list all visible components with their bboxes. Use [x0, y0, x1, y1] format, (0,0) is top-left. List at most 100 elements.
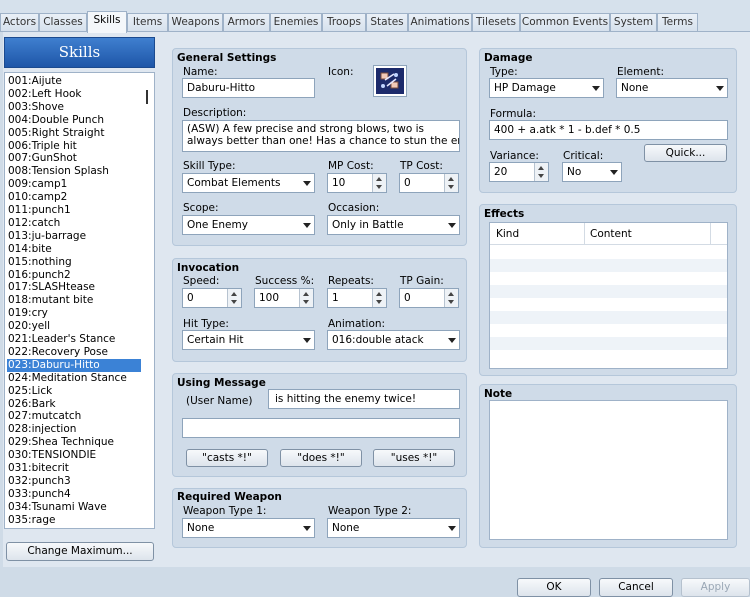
message-line-1-field[interactable]: is hitting the enemy twice! — [268, 389, 460, 409]
list-item[interactable]: 033:punch4 — [7, 488, 141, 501]
change-maximum-button[interactable]: Change Maximum... — [6, 542, 154, 561]
hit-type-select[interactable]: Certain Hit — [182, 330, 315, 350]
content-column-header[interactable]: Content — [590, 228, 632, 240]
list-item[interactable]: 031:bitecrit — [7, 462, 141, 475]
list-item[interactable]: 010:camp2 — [7, 191, 141, 204]
occasion-value: Only in Battle — [332, 219, 404, 231]
weapon-type-2-label: Weapon Type 2: — [328, 505, 412, 517]
list-item[interactable]: 008:Tension Splash — [7, 165, 141, 178]
list-item[interactable]: 007:GunShot — [7, 152, 141, 165]
list-item[interactable]: 020:yell — [7, 320, 141, 333]
table-row[interactable] — [490, 285, 727, 298]
table-row[interactable] — [490, 259, 727, 272]
list-item[interactable]: 018:mutant bite — [7, 294, 141, 307]
list-item[interactable]: 003:Shove — [7, 101, 141, 114]
stepper-buttons[interactable] — [534, 163, 548, 181]
list-item[interactable]: 013:ju-barrage — [7, 230, 141, 243]
list-item[interactable]: 005:Right Straight — [7, 127, 141, 140]
tab-classes[interactable]: Classes — [39, 13, 87, 32]
list-item[interactable]: 014:bite — [7, 243, 141, 256]
scope-label: Scope: — [183, 202, 219, 214]
tab-troops[interactable]: Troops — [322, 13, 366, 32]
list-item[interactable]: 002:Left Hook — [7, 88, 141, 101]
stepper-buttons[interactable] — [372, 174, 386, 192]
list-item[interactable]: 034:Tsunami Wave — [7, 501, 141, 514]
list-item[interactable]: 015:nothing — [7, 256, 141, 269]
tab-enemies[interactable]: Enemies — [270, 13, 322, 32]
tab-animations[interactable]: Animations — [408, 13, 472, 32]
skill-type-select[interactable]: Combat Elements — [182, 173, 315, 193]
tab-system[interactable]: System — [610, 13, 657, 32]
icon-picker[interactable] — [373, 65, 407, 97]
formula-field[interactable]: 400 + a.atk * 1 - b.def * 0.5 — [489, 120, 728, 140]
list-item[interactable]: 021:Leader's Stance — [7, 333, 141, 346]
down-arrow-icon — [538, 174, 544, 178]
tab-common-events[interactable]: Common Events — [520, 13, 610, 32]
list-item[interactable]: 029:Shea Technique — [7, 436, 141, 449]
tab-skills[interactable]: Skills — [87, 11, 127, 33]
stepper-buttons[interactable] — [444, 289, 458, 307]
list-item[interactable]: 024:Meditation Stance — [7, 372, 141, 385]
kind-column-header[interactable]: Kind — [496, 228, 519, 240]
element-select[interactable]: None — [616, 78, 728, 98]
success-stepper[interactable]: 100 — [254, 288, 314, 308]
weapon-type-1-select[interactable]: None — [182, 518, 315, 538]
tab-tilesets[interactable]: Tilesets — [472, 13, 520, 32]
list-item[interactable]: 025:Lick — [7, 385, 141, 398]
uses-button[interactable]: "uses *!" — [373, 449, 455, 467]
ok-button[interactable]: OK — [517, 578, 591, 597]
quick-button[interactable]: Quick... — [644, 144, 727, 162]
list-item[interactable]: 012:catch — [7, 217, 141, 230]
stepper-buttons[interactable] — [299, 289, 313, 307]
scope-select[interactable]: One Enemy — [182, 215, 315, 235]
stepper-buttons[interactable] — [227, 289, 241, 307]
cancel-button[interactable]: Cancel — [599, 578, 673, 597]
mp-cost-stepper[interactable]: 10 — [327, 173, 387, 193]
table-row[interactable] — [490, 337, 727, 350]
tab-terms[interactable]: Terms — [657, 13, 698, 32]
critical-select[interactable]: No — [562, 162, 622, 182]
name-field[interactable]: Daburu-Hitto — [182, 78, 315, 98]
list-item[interactable]: 001:Aijute — [7, 75, 141, 88]
list-item[interactable]: 016:punch2 — [7, 269, 141, 282]
repeats-stepper[interactable]: 1 — [327, 288, 387, 308]
note-field[interactable] — [489, 400, 728, 540]
effects-table[interactable]: Kind Content — [489, 222, 728, 369]
list-item[interactable]: 011:punch1 — [7, 204, 141, 217]
casts-button[interactable]: "casts *!" — [186, 449, 268, 467]
list-item[interactable]: 035:rage — [7, 514, 141, 527]
list-item[interactable]: 004:Double Punch — [7, 114, 141, 127]
does-button[interactable]: "does *!" — [280, 449, 362, 467]
occasion-select[interactable]: Only in Battle — [327, 215, 460, 235]
tab-actors[interactable]: Actors — [0, 13, 39, 32]
tab-states[interactable]: States — [366, 13, 408, 32]
tab-weapons[interactable]: Weapons — [168, 13, 223, 32]
stepper-buttons[interactable] — [372, 289, 386, 307]
list-item[interactable]: 027:mutcatch — [7, 410, 141, 423]
apply-button[interactable]: Apply — [681, 578, 750, 597]
list-item[interactable]: 028:injection — [7, 423, 141, 436]
table-row[interactable] — [490, 311, 727, 324]
stepper-buttons[interactable] — [444, 174, 458, 192]
tp-cost-stepper[interactable]: 0 — [399, 173, 459, 193]
list-item[interactable]: 022:Recovery Pose — [7, 346, 141, 359]
description-field[interactable]: (ASW) A few precise and strong blows, tw… — [182, 120, 460, 152]
message-line-2-field[interactable] — [182, 418, 460, 438]
list-item[interactable]: 009:camp1 — [7, 178, 141, 191]
list-item[interactable]: 032:punch3 — [7, 475, 141, 488]
damage-type-select[interactable]: HP Damage — [489, 78, 604, 98]
list-item[interactable]: 030:TENSIONDIE — [7, 449, 141, 462]
list-item[interactable]: 019:cry — [7, 307, 141, 320]
speed-stepper[interactable]: 0 — [182, 288, 242, 308]
skill-list[interactable]: 001:Aijute 002:Left Hook 003:Shove 004:Doub… — [4, 72, 155, 529]
list-item[interactable]: 006:Triple hit — [7, 140, 141, 153]
tab-items[interactable]: Items — [127, 13, 168, 32]
variance-stepper[interactable]: 20 — [489, 162, 549, 182]
tp-gain-stepper[interactable]: 0 — [399, 288, 459, 308]
list-item[interactable]: 023:Daburu-Hitto — [7, 358, 141, 372]
list-item[interactable]: 017:SLASHtease — [7, 281, 141, 294]
list-item[interactable]: 026:Bark — [7, 398, 141, 411]
tab-armors[interactable]: Armors — [223, 13, 270, 32]
weapon-type-2-select[interactable]: None — [327, 518, 460, 538]
animation-select[interactable]: 016:double atack — [327, 330, 460, 350]
